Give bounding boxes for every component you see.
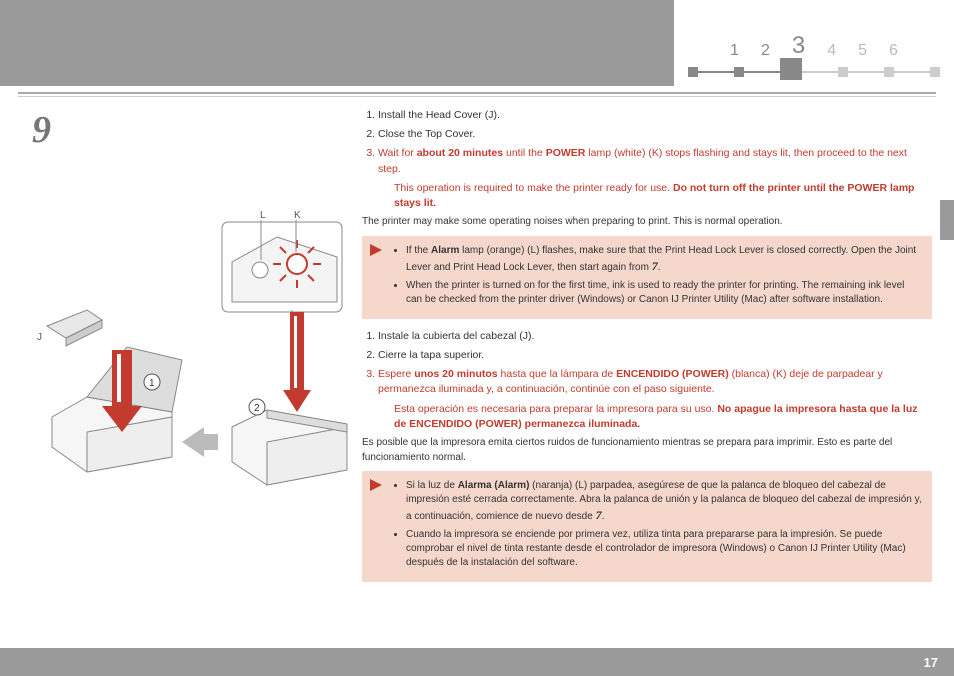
en-step-3: Wait for about 20 minutes until the POWE… <box>378 146 932 211</box>
section-tab <box>940 200 954 240</box>
step-6: 6 <box>889 42 898 60</box>
es-alert-box: Si la luz de Alarma (Alarm) (naranja) (L… <box>362 471 932 582</box>
es-alert-2: Cuando la impresora se enciende por prim… <box>406 528 922 570</box>
step-5: 5 <box>858 42 867 60</box>
es-note: Es posible que la impresora emita cierto… <box>362 436 932 465</box>
en-alert-1: If the Alarm lamp (orange) (L) flashes, … <box>406 244 922 275</box>
svg-text:2: 2 <box>254 403 260 414</box>
alert-arrow-icon <box>370 479 382 491</box>
es-step-1: Instale la cubierta del cabezal (J). <box>378 329 932 344</box>
procedure-step-number: 9 <box>32 108 352 152</box>
step-2: 2 <box>761 42 770 60</box>
instructions-spanish: Instale la cubierta del cabezal (J). Cie… <box>362 329 932 432</box>
step-1: 1 <box>730 42 739 60</box>
page-number: 17 <box>924 655 938 670</box>
es-step-3-note: Esta operación es necesaria para prepara… <box>394 402 932 432</box>
step-4: 4 <box>827 42 836 60</box>
en-step-3-note: This operation is required to make the p… <box>394 181 932 211</box>
step-3-current: 3 <box>792 32 805 60</box>
en-alert-box: If the Alarm lamp (orange) (L) flashes, … <box>362 236 932 319</box>
en-step-2: Close the Top Cover. <box>378 127 932 142</box>
en-note: The printer may make some operating nois… <box>362 215 932 230</box>
alert-arrow-icon <box>370 244 382 256</box>
en-alert-2: When the printer is turned on for the fi… <box>406 279 922 307</box>
svg-text:1: 1 <box>149 378 155 389</box>
es-step-2: Cierre la tapa superior. <box>378 348 932 363</box>
es-alert-1: Si la luz de Alarma (Alarm) (naranja) (L… <box>406 479 922 524</box>
step-navigation: 1 2 3 4 5 6 <box>674 0 954 86</box>
printer-diagram: L K J <box>32 202 352 512</box>
instructions-english: Install the Head Cover (J). Close the To… <box>362 108 932 211</box>
es-step-3: Espere unos 20 minutos hasta que la lámp… <box>378 367 932 432</box>
svg-text:J: J <box>37 332 42 343</box>
svg-text:K: K <box>294 210 301 221</box>
en-step-1: Install the Head Cover (J). <box>378 108 932 123</box>
svg-text:L: L <box>260 210 266 221</box>
